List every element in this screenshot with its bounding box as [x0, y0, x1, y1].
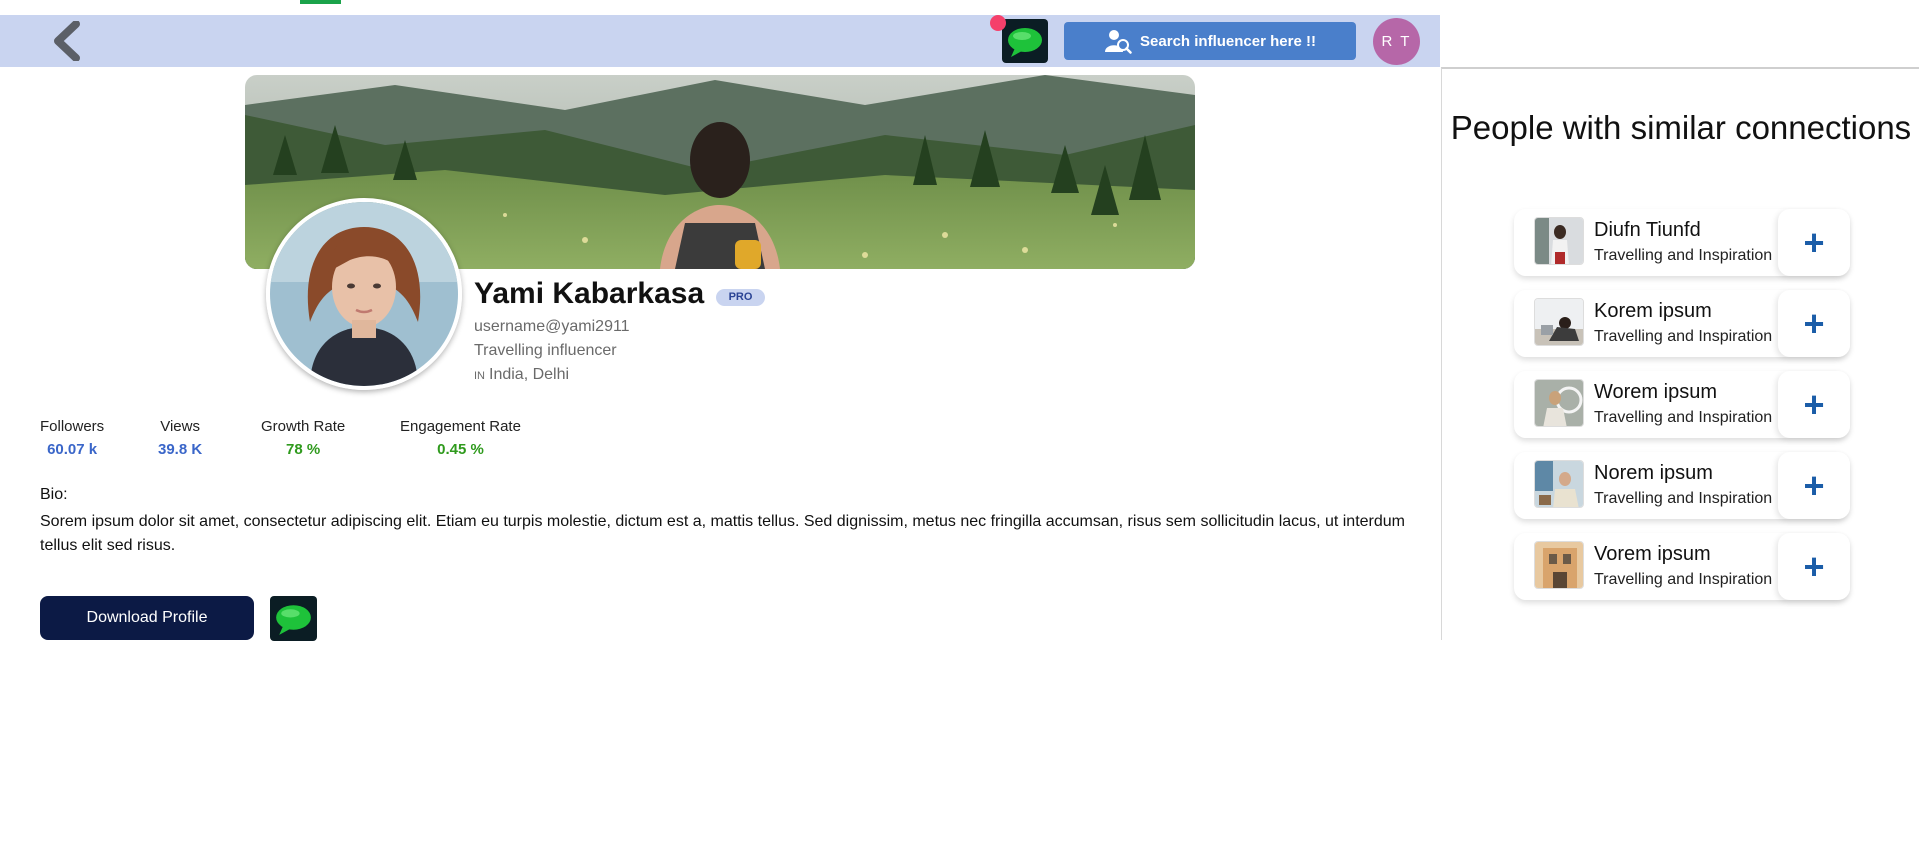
person-card[interactable]: Worem ipsum Travelling and Inspiration +: [1514, 371, 1850, 438]
person-name: Korem ipsum: [1594, 300, 1712, 322]
chat-bubble-icon: [1008, 28, 1042, 57]
person-thumbnail: [1534, 298, 1584, 346]
profile-location: IN India, Delhi: [474, 366, 569, 384]
bio-text: Sorem ipsum dolor sit amet, consectetur …: [40, 513, 1405, 554]
person-card[interactable]: Norem ipsum Travelling and Inspiration +: [1514, 452, 1850, 519]
person-thumbnail: [1534, 379, 1584, 427]
stat-followers: Followers 60.07 k: [40, 418, 104, 458]
stat-label: Followers: [40, 418, 105, 435]
stat-growth-rate: Growth Rate 78 %: [261, 418, 345, 458]
person-subtitle: Travelling and Inspiration: [1594, 328, 1773, 345]
chat-button-top[interactable]: [1002, 19, 1048, 63]
person-name: Norem ipsum: [1594, 462, 1713, 484]
top-header: Search influencer here !! R T: [0, 15, 1440, 67]
plus-icon: +: [1803, 302, 1825, 344]
person-subtitle: Travelling and Inspiration: [1594, 409, 1773, 426]
person-name: Vorem ipsum: [1594, 543, 1711, 565]
person-card[interactable]: Vorem ipsum Travelling and Inspiration +: [1514, 533, 1850, 600]
stat-value: 0.45 %: [437, 441, 484, 458]
panel-title: People with similar connections: [1450, 109, 1912, 146]
pro-badge: PRO: [716, 289, 765, 306]
person-name: Worem ipsum: [1594, 381, 1717, 403]
country-code: IN: [474, 370, 485, 382]
stat-label: Views: [160, 418, 200, 435]
person-subtitle: Travelling and Inspiration: [1594, 490, 1773, 507]
person-card[interactable]: Diufn Tiunfd Travelling and Inspiration …: [1514, 209, 1850, 276]
profile-name: Yami Kabarkasa: [474, 277, 705, 310]
location-text: India, Delhi: [489, 366, 570, 383]
stat-value: 39.8 K: [158, 441, 203, 458]
back-button[interactable]: [48, 20, 90, 62]
search-influencer-button[interactable]: Search influencer here !!: [1064, 22, 1356, 60]
person-name: Diufn Tiunfd: [1594, 219, 1701, 241]
user-avatar[interactable]: R T: [1373, 18, 1420, 65]
stat-value: 78 %: [286, 441, 321, 458]
stat-label: Growth Rate: [261, 418, 346, 435]
add-connection-button[interactable]: +: [1778, 452, 1850, 519]
add-connection-button[interactable]: +: [1778, 290, 1850, 357]
plus-icon: +: [1803, 383, 1825, 425]
profile-category: Travelling influencer: [474, 342, 617, 359]
chevron-left-icon: [54, 20, 80, 62]
user-search-icon: [1105, 30, 1132, 54]
stat-label: Engagement Rate: [400, 418, 521, 435]
person-thumbnail: [1534, 217, 1584, 265]
person-subtitle: Travelling and Inspiration: [1594, 571, 1773, 588]
profile-avatar: [266, 198, 462, 390]
plus-icon: +: [1803, 464, 1825, 506]
top-accent-strip: [300, 0, 341, 4]
chat-bubble-icon: [276, 605, 311, 635]
people-list: Diufn Tiunfd Travelling and Inspiration …: [1514, 209, 1850, 614]
similar-connections-panel: People with similar connections Diufn Ti…: [1441, 67, 1919, 640]
notification-dot: [990, 15, 1006, 31]
person-thumbnail: [1534, 460, 1584, 508]
stat-engagement-rate: Engagement Rate 0.45 %: [400, 418, 521, 458]
download-profile-button[interactable]: Download Profile: [40, 596, 254, 640]
add-connection-button[interactable]: +: [1778, 209, 1850, 276]
bio-label: Bio:: [40, 486, 68, 503]
add-connection-button[interactable]: +: [1778, 533, 1850, 600]
search-button-label: Search influencer here !!: [1140, 32, 1316, 50]
person-thumbnail: [1534, 541, 1584, 589]
stat-views: Views 39.8 K: [158, 418, 202, 458]
chat-button-bottom[interactable]: [270, 596, 317, 641]
plus-icon: +: [1803, 545, 1825, 587]
person-subtitle: Travelling and Inspiration: [1594, 247, 1773, 264]
profile-username: username@yami2911: [474, 318, 630, 335]
add-connection-button[interactable]: +: [1778, 371, 1850, 438]
stat-value: 60.07 k: [47, 441, 98, 458]
plus-icon: +: [1803, 221, 1825, 263]
person-card[interactable]: Korem ipsum Travelling and Inspiration +: [1514, 290, 1850, 357]
